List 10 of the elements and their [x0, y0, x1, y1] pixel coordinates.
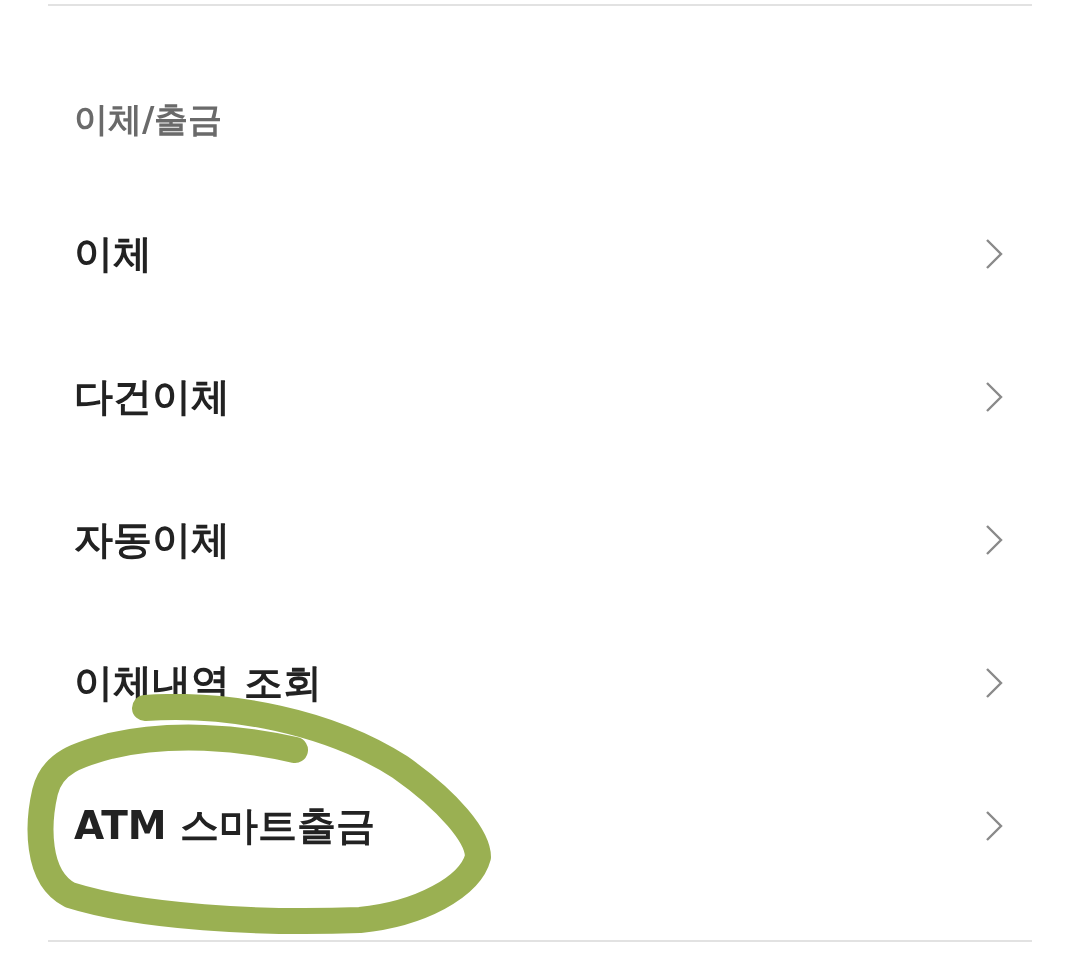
chevron-right-icon	[985, 666, 1003, 699]
menu-item[interactable]: 자동이체	[48, 468, 1032, 611]
menu-item[interactable]: 다건이체	[48, 325, 1032, 468]
chevron-right-icon	[985, 523, 1003, 556]
chevron-right-icon	[985, 237, 1003, 270]
menu-item[interactable]: 이체	[48, 182, 1032, 325]
menu-item[interactable]: ATM 스마트출금	[48, 754, 1032, 897]
section-title: 이체/출금	[74, 98, 223, 141]
chevron-right-icon	[985, 380, 1003, 413]
chevron-right-icon	[985, 809, 1003, 842]
